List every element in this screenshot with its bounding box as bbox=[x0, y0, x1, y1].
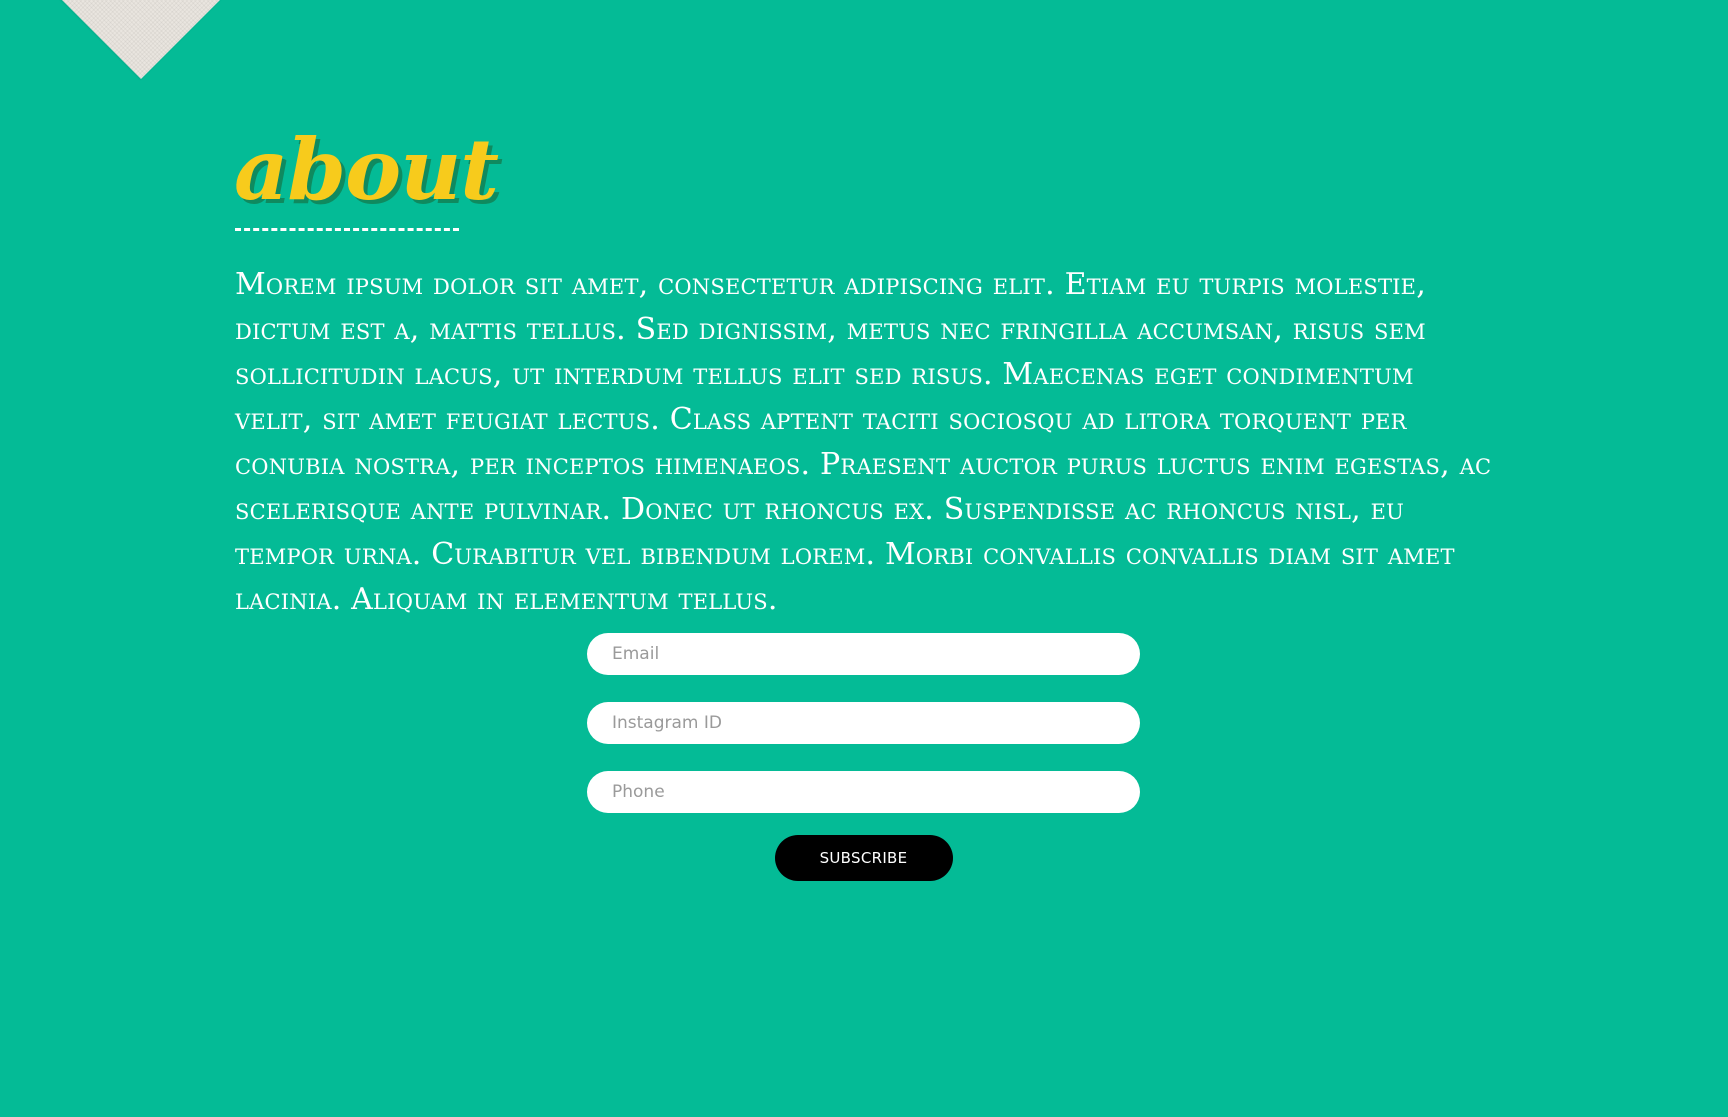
decorative-paper-tab bbox=[42, 0, 240, 79]
instagram-id-input[interactable] bbox=[587, 702, 1140, 744]
email-input[interactable] bbox=[587, 633, 1140, 675]
heading-dashed-underline bbox=[235, 228, 459, 231]
phone-input[interactable] bbox=[587, 771, 1140, 813]
subscribe-form: SUBSCRIBE bbox=[587, 633, 1140, 881]
subscribe-button[interactable]: SUBSCRIBE bbox=[774, 835, 953, 881]
about-heading: about bbox=[234, 120, 499, 219]
about-paragraph: Morem ipsum dolor sit amet, consectetur … bbox=[235, 267, 1492, 617]
